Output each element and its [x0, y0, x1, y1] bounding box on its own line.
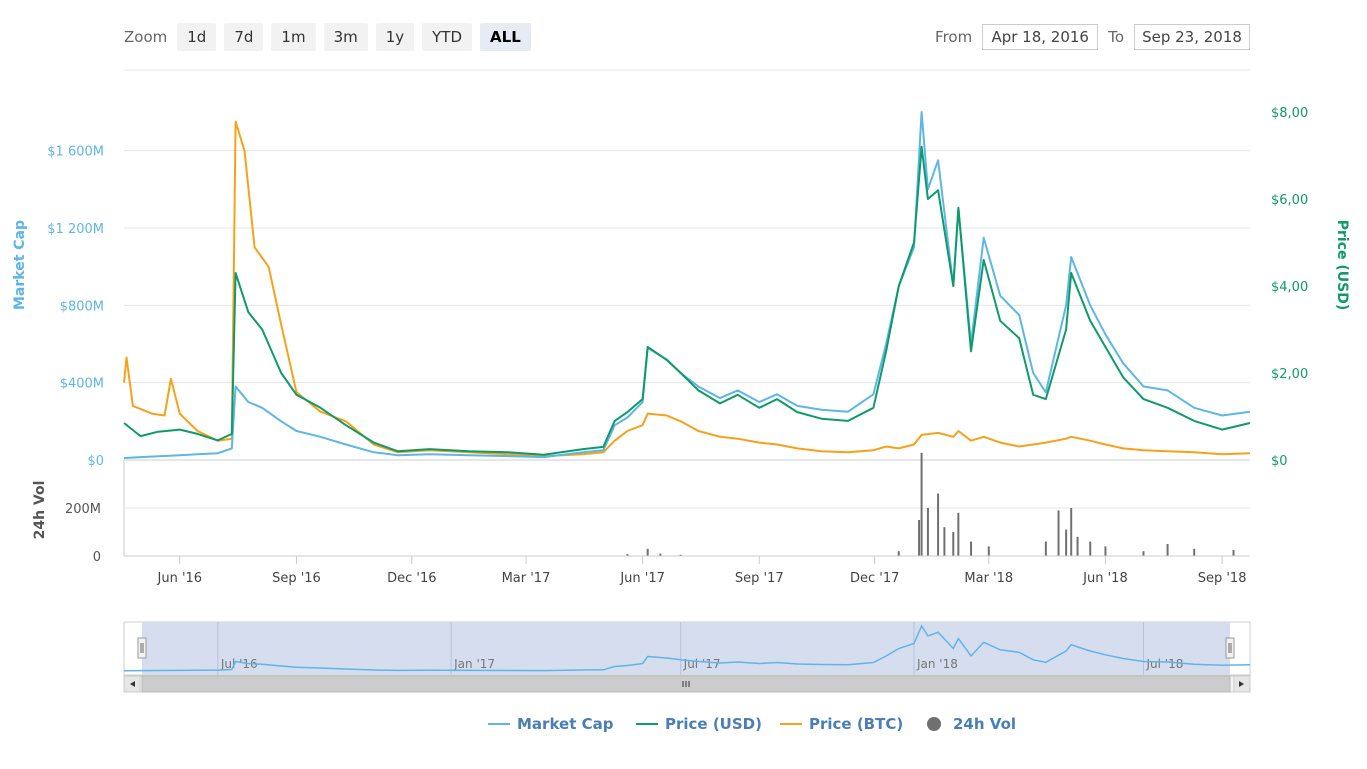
navigator-left-handle: [137, 637, 147, 659]
date-range: From To: [935, 22, 1250, 52]
x-tick-label: Sep '17: [735, 571, 784, 586]
to-date-input[interactable]: [1134, 24, 1250, 50]
navigator-tick-label: Jul '18: [1145, 657, 1183, 671]
volume-bar: [1076, 536, 1079, 556]
x-tick-label: Jun '17: [619, 571, 665, 586]
volume-bar: [1166, 544, 1169, 556]
navigator-selection: [142, 622, 1230, 675]
navigator: Jul '16 Jan '17 Jul '17 Jan '18 Jul '18: [123, 621, 1251, 693]
x-tick-label: Sep '18: [1198, 571, 1247, 586]
zoom-7d-button[interactable]: 7d: [224, 23, 264, 51]
chevron-right-icon: [1239, 681, 1244, 687]
zoom-label: Zoom: [124, 28, 168, 46]
volume-bar: [920, 452, 923, 556]
from-label: From: [935, 28, 973, 46]
zoom-3m-button[interactable]: 3m: [323, 23, 368, 51]
x-tick-label: Mar '17: [502, 571, 551, 586]
y-left-tick-label: $0: [87, 454, 104, 469]
volume-bar: [679, 554, 682, 556]
x-tick-label: Dec '17: [850, 571, 899, 586]
legend-item-label: Price (BTC): [809, 715, 903, 733]
chevron-left-icon: [130, 681, 135, 687]
y-right-tick-label: $0: [1271, 454, 1288, 469]
y-left-tick-label: $1 600M: [47, 145, 104, 160]
navigator-right-handle: [1225, 637, 1235, 659]
zoom-ytd-button[interactable]: YTD: [422, 23, 473, 51]
y-left-axis-title: Market Cap: [12, 220, 28, 310]
chart: $0 $400M $800M $1 200M $1 600M $0 $2,00 $4,00 $6…: [12, 69, 1350, 733]
from-date-input[interactable]: [982, 24, 1099, 50]
legend-item-label: Market Cap: [517, 715, 614, 733]
volume-bar: [952, 532, 955, 556]
y-left-tick-label: $1 200M: [47, 222, 104, 237]
volume-bar: [1070, 508, 1073, 556]
volume-bar: [957, 512, 960, 556]
zoom-all-button[interactable]: ALL: [480, 23, 531, 51]
y-right-axis-title: Price (USD): [1334, 220, 1350, 311]
x-axis: Jun '16 Sep '16 Dec '16 Mar '17 Jun '17 Sep '…: [124, 555, 1250, 586]
legend-item-label: Price (USD): [665, 715, 762, 733]
volume-bar: [646, 548, 649, 556]
volume-series: [626, 452, 1235, 556]
y-right-tick-label: $2,00: [1271, 367, 1308, 382]
volume-bar: [970, 541, 973, 556]
volume-bar: [1044, 541, 1047, 556]
volume-bar: [1065, 529, 1068, 556]
navigator-frame: [123, 621, 1251, 676]
x-tick-label: Sep '16: [272, 571, 321, 586]
legend-item-label: 24h Vol: [953, 715, 1016, 733]
series-price-btc-line: [123, 120, 1251, 458]
main-series: [123, 111, 1251, 460]
volume-bar: [626, 554, 629, 556]
series-price-usd-line: [123, 145, 1251, 456]
zoom-toolbar: Zoom 1d 7d 1m 3m 1y YTD ALL: [124, 22, 531, 52]
navigator-tick-label: Jan '17: [453, 657, 495, 671]
volume-bar: [1057, 510, 1060, 556]
y-volume-tick-label: 0: [93, 550, 101, 565]
legend: Market Cap Price (USD) Price (BTC) 24h Vol: [488, 715, 1016, 733]
y-right-tick-label: $4,00: [1271, 280, 1308, 295]
x-tick-label: Dec '16: [387, 571, 436, 586]
axes-labels: $0 $400M $800M $1 200M $1 600M $0 $2,00 $4,00 $6…: [12, 106, 1350, 565]
volume-bar: [926, 508, 929, 556]
y-volume-tick-label: 200M: [65, 502, 101, 517]
y-left-tick-label: $800M: [60, 299, 104, 314]
volume-bar: [1104, 546, 1107, 556]
volume-bar: [937, 493, 940, 556]
x-tick-label: Mar '18: [964, 571, 1013, 586]
navigator-tick-label: Jul '17: [683, 657, 721, 671]
volume-bar: [659, 553, 662, 556]
volume-bar: [987, 546, 990, 556]
scrollbar-left-button: [123, 675, 141, 693]
x-tick-label: Jun '18: [1082, 571, 1128, 586]
volume-bar: [1193, 548, 1196, 556]
scrollbar-thumb: [141, 675, 1231, 693]
to-label: To: [1108, 28, 1124, 46]
scrollbar-right-button: [1233, 675, 1251, 693]
volume-grid: [123, 460, 1250, 557]
volume-bar: [918, 520, 921, 556]
volume-bar: [1142, 551, 1145, 556]
zoom-1d-button[interactable]: 1d: [177, 23, 217, 51]
navigator-tick-label: Jul '16: [220, 657, 258, 671]
x-tick-label: Jun '16: [157, 571, 203, 586]
navigator-series-line: [123, 624, 1251, 672]
y-left-tick-label: $400M: [60, 377, 104, 392]
volume-bar: [943, 527, 946, 556]
zoom-1y-button[interactable]: 1y: [375, 23, 415, 51]
main-grid: [124, 150, 1250, 461]
y-right-tick-label: $6,00: [1271, 193, 1308, 208]
volume-bar: [1232, 550, 1235, 556]
y-volume-axis-title: 24h Vol: [32, 481, 48, 540]
zoom-1m-button[interactable]: 1m: [271, 23, 316, 51]
y-right-tick-label: $8,00: [1271, 106, 1308, 121]
series-market-cap-line: [123, 111, 1251, 460]
navigator-tick-label: Jan '18: [916, 657, 958, 671]
legend-swatch: [927, 717, 941, 731]
volume-bar: [1089, 541, 1092, 556]
scrollbar-track: [123, 675, 1251, 693]
volume-bar: [897, 551, 900, 556]
